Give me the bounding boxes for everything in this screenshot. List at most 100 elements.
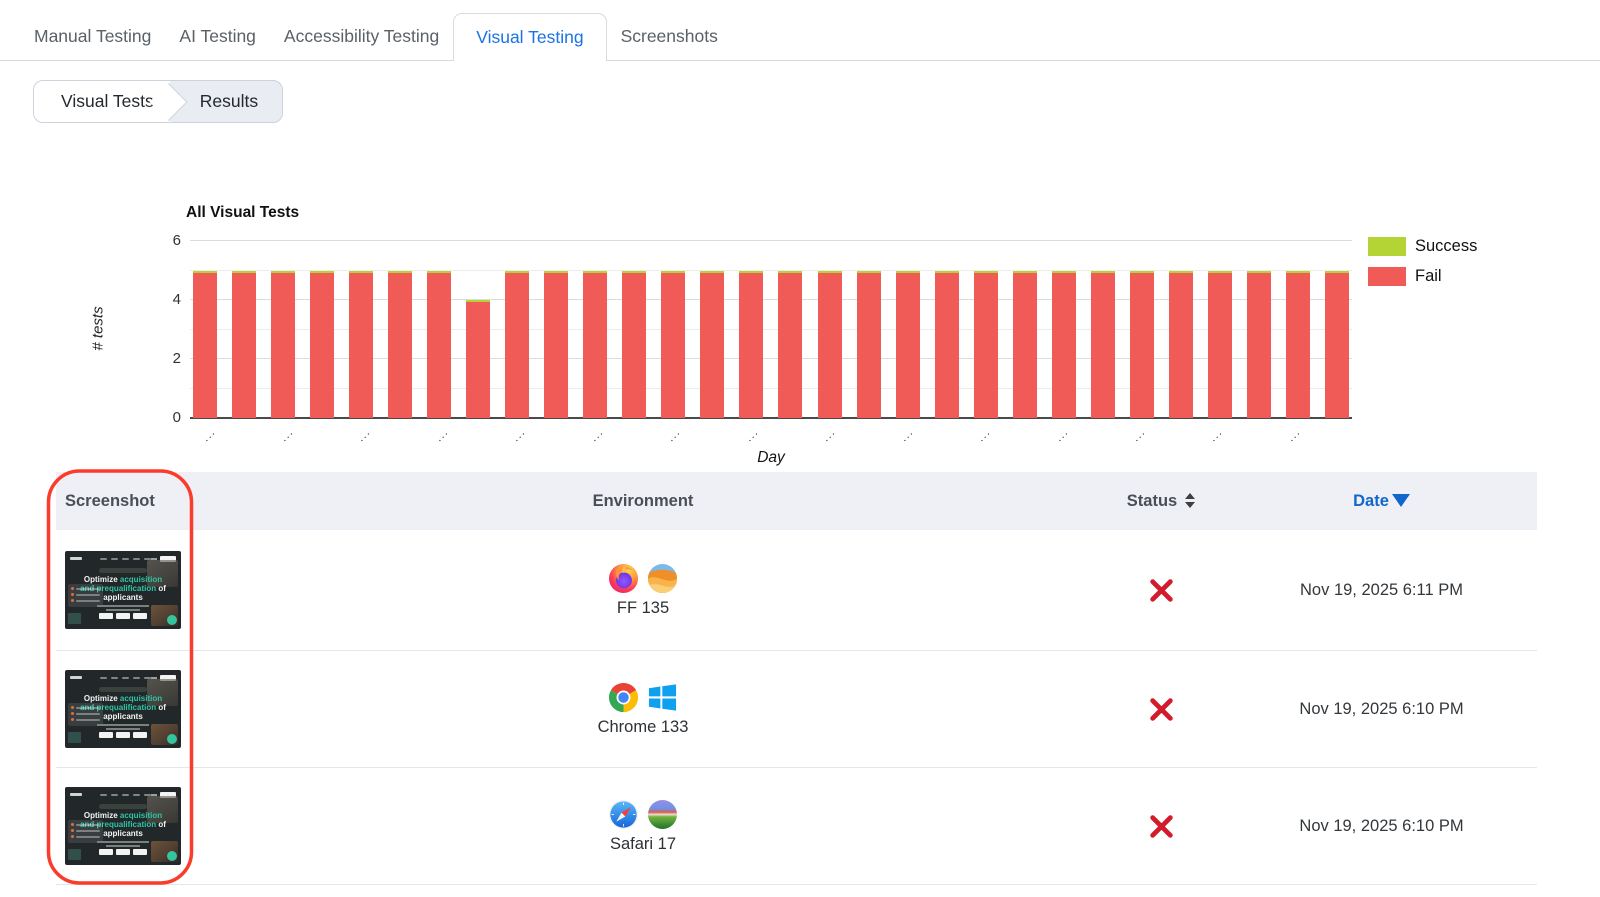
thumb-headline-segment: Optimize (84, 694, 120, 703)
chart-bars (190, 241, 1352, 418)
environment-label: Safari 17 (610, 835, 676, 854)
sort-desc-icon (1392, 494, 1410, 507)
fail-bar (1286, 271, 1310, 419)
status-cell (1096, 696, 1226, 723)
thumb-cta-buttons (99, 732, 147, 738)
thumb-chat-widget-icon (167, 615, 177, 625)
table-header-row: Screenshot Environment Status Date (56, 472, 1537, 530)
chart-x-axis-label: Day (190, 449, 1352, 467)
thumb-side-panel (68, 820, 103, 843)
screenshot-thumbnail[interactable]: Optimize acquisition and prequalificatio… (65, 670, 181, 748)
fail-bar (857, 271, 881, 419)
fail-bar (232, 271, 256, 419)
fail-bar (1325, 271, 1349, 419)
tab-screenshots[interactable]: Screenshots (607, 13, 732, 60)
legend-entry-success: Success (1368, 237, 1477, 256)
thumb-cta-buttons (99, 613, 147, 619)
fail-bar (974, 271, 998, 419)
y-tick-label: 2 (155, 350, 181, 367)
x-tick-label: ... (1130, 426, 1148, 444)
breadcrumb-item-visual-tests[interactable]: Visual Tests (34, 81, 170, 122)
table-row: Optimize acquisition and prequalificatio… (56, 768, 1537, 885)
fail-bar (1208, 271, 1232, 419)
visual-testing-page: Manual TestingAI TestingAccessibility Te… (0, 0, 1600, 897)
sort-icon[interactable] (1185, 493, 1195, 508)
screenshot-cell: Optimize acquisition and prequalificatio… (56, 551, 190, 629)
results-table: Screenshot Environment Status Date Optim… (56, 472, 1537, 885)
environment-cell: FF 135 (190, 563, 1096, 618)
fail-bar (349, 271, 373, 419)
fail-bar (661, 271, 685, 419)
chart-plot-area (190, 241, 1352, 418)
fail-bar (700, 271, 724, 419)
screenshot-thumbnail[interactable]: Optimize acquisition and prequalificatio… (65, 787, 181, 865)
result-date: Nov 19, 2025 6:10 PM (1226, 817, 1537, 836)
x-tick-label: ... (665, 426, 683, 444)
chart-x-ticks: ........................................… (190, 425, 1352, 447)
result-date: Nov 19, 2025 6:10 PM (1226, 700, 1537, 719)
fail-bar (388, 271, 412, 419)
windows-icon (647, 682, 678, 713)
fail-bar (622, 271, 646, 419)
all-visual-tests-chart: All Visual Tests # tests 0246 ..........… (0, 195, 1600, 473)
thumb-headline-segment: Optimize (84, 575, 120, 584)
fail-bar (1169, 271, 1193, 419)
table-row: Optimize acquisition and prequalificatio… (56, 530, 1537, 651)
y-tick-label: 0 (155, 409, 181, 426)
thumb-logo (70, 557, 82, 560)
x-tick-label: ... (588, 426, 606, 444)
safari-icon (608, 799, 639, 830)
chrome-icon (608, 682, 639, 713)
x-tick-label: ... (975, 426, 993, 444)
tab-ai-testing[interactable]: AI Testing (165, 13, 270, 60)
fail-status-icon (1148, 813, 1175, 840)
fail-bar (896, 271, 920, 419)
thumb-side-panel (68, 703, 103, 726)
thumb-badge (99, 687, 147, 692)
x-tick-label: ... (820, 426, 838, 444)
tab-visual-testing[interactable]: Visual Testing (453, 13, 606, 61)
fail-bar (1091, 271, 1115, 419)
fail-bar (1247, 271, 1271, 419)
fail-bar (935, 271, 959, 419)
legend-label: Success (1415, 237, 1477, 256)
environment-label: FF 135 (617, 599, 669, 618)
tab-manual-testing[interactable]: Manual Testing (20, 13, 165, 60)
x-tick-label: ... (200, 426, 218, 444)
table-row: Optimize acquisition and prequalificatio… (56, 651, 1537, 768)
legend-swatch (1368, 237, 1406, 256)
thumb-side-panel (68, 584, 103, 607)
x-tick-label: ... (1285, 426, 1303, 444)
fail-bar (544, 271, 568, 419)
screenshot-thumbnail[interactable]: Optimize acquisition and prequalificatio… (65, 551, 181, 629)
breadcrumb: Visual Tests Results (33, 80, 283, 123)
thumb-bottom-left-block (68, 613, 81, 624)
tab-accessibility-testing[interactable]: Accessibility Testing (270, 13, 453, 60)
fail-bar (583, 271, 607, 419)
legend-label: Fail (1415, 267, 1442, 286)
thumb-headline-segment: Optimize (84, 811, 120, 820)
thumb-bottom-left-block (68, 732, 81, 743)
x-tick-label: ... (743, 426, 761, 444)
chart-title: All Visual Tests (186, 204, 299, 222)
fail-bar (1130, 271, 1154, 419)
thumb-logo (70, 793, 82, 796)
thumb-chat-widget-icon (167, 734, 177, 744)
fail-bar (466, 300, 490, 418)
fail-bar (505, 271, 529, 419)
column-header-date[interactable]: Date (1226, 492, 1537, 511)
macos-ventura-icon (647, 563, 678, 594)
breadcrumb-label: Visual Tests (61, 91, 154, 112)
fail-status-icon (1148, 577, 1175, 604)
legend-swatch (1368, 267, 1406, 286)
result-date: Nov 19, 2025 6:11 PM (1226, 581, 1537, 600)
environment-label: Chrome 133 (598, 718, 689, 737)
macos-sonoma-icon (647, 799, 678, 830)
status-cell (1096, 813, 1226, 840)
thumb-logo (70, 676, 82, 679)
tab-bar: Manual TestingAI TestingAccessibility Te… (0, 0, 1600, 61)
column-header-status[interactable]: Status (1096, 492, 1226, 511)
fail-bar (778, 271, 802, 419)
y-tick-label: 4 (155, 291, 181, 308)
fail-bar (1052, 271, 1076, 419)
